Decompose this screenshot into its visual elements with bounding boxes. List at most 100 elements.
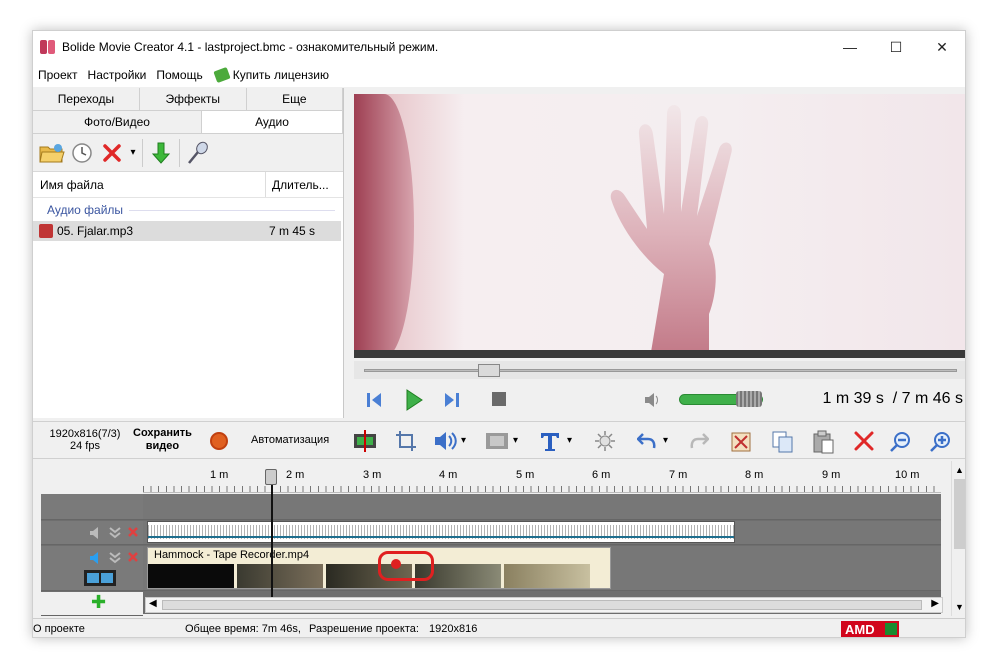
scroll-down-icon[interactable]: ▼ [955, 602, 964, 612]
menu-settings[interactable]: Настройки [88, 68, 147, 82]
play-icon[interactable] [405, 388, 423, 412]
playhead[interactable] [271, 469, 273, 599]
title-bar: Bolide Movie Creator 4.1 - lastproject.b… [33, 31, 965, 63]
audio-clip[interactable] [147, 521, 735, 543]
tab-more[interactable]: Еще [247, 88, 343, 110]
audio-keyframe-point[interactable] [391, 559, 401, 569]
tick-label: 10 m [895, 469, 920, 481]
scroll-thumb[interactable] [162, 600, 922, 610]
seek-thumb[interactable] [477, 364, 500, 377]
scroll-left-icon[interactable]: ◀ [149, 598, 157, 609]
step-back-icon[interactable] [365, 391, 383, 409]
delete-icon[interactable] [97, 138, 127, 168]
track-speaker-icon[interactable] [89, 551, 103, 565]
column-file-name[interactable]: Имя файла [33, 172, 266, 197]
track-delete-icon-2[interactable] [127, 551, 139, 563]
delete-clip-icon[interactable] [853, 430, 875, 452]
resolution-text: 1920x816(7/3) [49, 428, 121, 440]
zoom-out-icon[interactable] [889, 430, 913, 454]
audio-volume-icon[interactable] [433, 430, 459, 452]
close-button[interactable]: ✕ [919, 31, 965, 63]
vscroll-thumb[interactable] [954, 479, 965, 549]
fps-text: 24 fps [70, 440, 100, 452]
tab-photo-video[interactable]: Фото/Видео [33, 111, 202, 133]
add-track-icon[interactable]: ✚ [91, 592, 106, 613]
project-resolution-info: 1920x816(7/3) 24 fps [45, 428, 125, 452]
step-forward-icon[interactable] [443, 391, 461, 409]
crop-icon[interactable] [395, 430, 417, 452]
track-mute-icon[interactable] [89, 526, 103, 540]
undo-icon[interactable] [637, 430, 657, 452]
chevron-down-icon-4[interactable]: ▾ [567, 435, 572, 446]
track-head-audio [41, 521, 143, 545]
menu-help[interactable]: Помощь [156, 68, 202, 82]
scroll-right-icon[interactable]: ▶ [931, 598, 939, 609]
open-folder-icon[interactable] [37, 138, 67, 168]
film-effects-icon[interactable] [485, 430, 509, 452]
app-window: Bolide Movie Creator 4.1 - lastproject.b… [32, 30, 966, 638]
chevron-down-icon[interactable]: ▾ [127, 138, 139, 168]
track-collapse-icon[interactable] [108, 526, 122, 540]
chevron-down-icon-5[interactable]: ▾ [663, 435, 668, 446]
playhead-handle[interactable] [265, 469, 277, 485]
volume-speaker-icon[interactable] [643, 391, 661, 409]
tick-label: 5 m [516, 469, 535, 481]
audio-files-group: Аудио файлы [33, 202, 343, 218]
text-icon[interactable] [539, 430, 561, 452]
preview-panel: 1 m 39 s / 7 m 46 s [351, 88, 965, 418]
track-delete-icon[interactable] [127, 526, 139, 538]
audio-keyframe-highlight [378, 551, 434, 581]
save-video-button[interactable]: Сохранить видео [133, 427, 192, 453]
tabs-row-top: Переходы Эффекты Еще [33, 88, 343, 111]
cut-icon[interactable] [729, 430, 753, 454]
timeline-horizontal-scrollbar[interactable]: ◀ ▶ [145, 597, 943, 613]
list-item[interactable]: 05. Fjalar.mp3 7 m 45 s [33, 221, 341, 241]
amd-logo-text: AMD [845, 621, 875, 637]
brightness-icon[interactable] [593, 430, 617, 452]
status-resolution-value: 1920x816 [429, 623, 478, 635]
copy-icon[interactable] [771, 430, 795, 454]
media-panel: Переходы Эффекты Еще Фото/Видео Аудио ▾ [33, 88, 344, 418]
tick-label: 2 m [286, 469, 305, 481]
tick-label: 3 m [363, 469, 382, 481]
timeline-vertical-scrollbar[interactable]: ▲ ▼ [951, 461, 965, 616]
minimize-button[interactable]: — [827, 31, 873, 63]
film-split-icon[interactable] [353, 430, 377, 452]
tick-label: 9 m [822, 469, 841, 481]
file-list-header: Имя файла Длитель... [33, 172, 343, 198]
tick-label: 4 m [439, 469, 458, 481]
stop-icon[interactable] [491, 391, 507, 407]
save-video-line1: Сохранить [133, 427, 192, 439]
tab-audio[interactable]: Аудио [202, 111, 343, 133]
video-preview [354, 94, 965, 358]
total-time: / 7 m 46 s [892, 390, 963, 407]
add-to-timeline-arrow-icon[interactable] [146, 138, 176, 168]
tab-effects[interactable]: Эффекты [140, 88, 247, 110]
menu-project[interactable]: Проект [38, 68, 78, 82]
status-about[interactable]: О проекте [33, 623, 85, 635]
volume-thumb[interactable] [736, 391, 762, 407]
menu-buy-license[interactable]: Купить лицензию [213, 66, 329, 84]
column-duration[interactable]: Длитель... [266, 178, 329, 192]
chevron-down-icon-3[interactable]: ▾ [513, 435, 518, 446]
zoom-in-icon[interactable] [929, 430, 953, 454]
audio-files-group-label: Аудио файлы [47, 203, 124, 217]
scroll-up-icon[interactable]: ▲ [955, 465, 964, 475]
record-icon[interactable] [210, 432, 228, 450]
maximize-button[interactable]: ☐ [873, 31, 919, 63]
video-clip-title: Hammock - Tape Recorder.mp4 [154, 549, 310, 561]
chevron-down-icon-2[interactable]: ▾ [461, 435, 466, 446]
seek-bar[interactable] [354, 361, 965, 379]
automation-button[interactable]: Автоматизация [251, 434, 329, 446]
timeline-ruler[interactable]: 1 m 2 m 3 m 4 m 5 m 6 m 7 m 8 m 9 m 10 m [143, 463, 941, 493]
clock-icon[interactable] [67, 138, 97, 168]
tab-transitions[interactable]: Переходы [33, 88, 140, 110]
window-title: Bolide Movie Creator 4.1 - lastproject.b… [62, 40, 439, 54]
track-head-empty [41, 494, 143, 520]
paste-icon[interactable] [811, 430, 835, 454]
redo-icon[interactable] [689, 430, 709, 452]
microphone-icon[interactable] [183, 138, 213, 168]
track-collapse-icon-2[interactable] [108, 551, 122, 565]
clip-thumbnail [504, 564, 590, 588]
edit-toolbar: 1920x816(7/3) 24 fps Сохранить видео Авт… [33, 421, 965, 459]
